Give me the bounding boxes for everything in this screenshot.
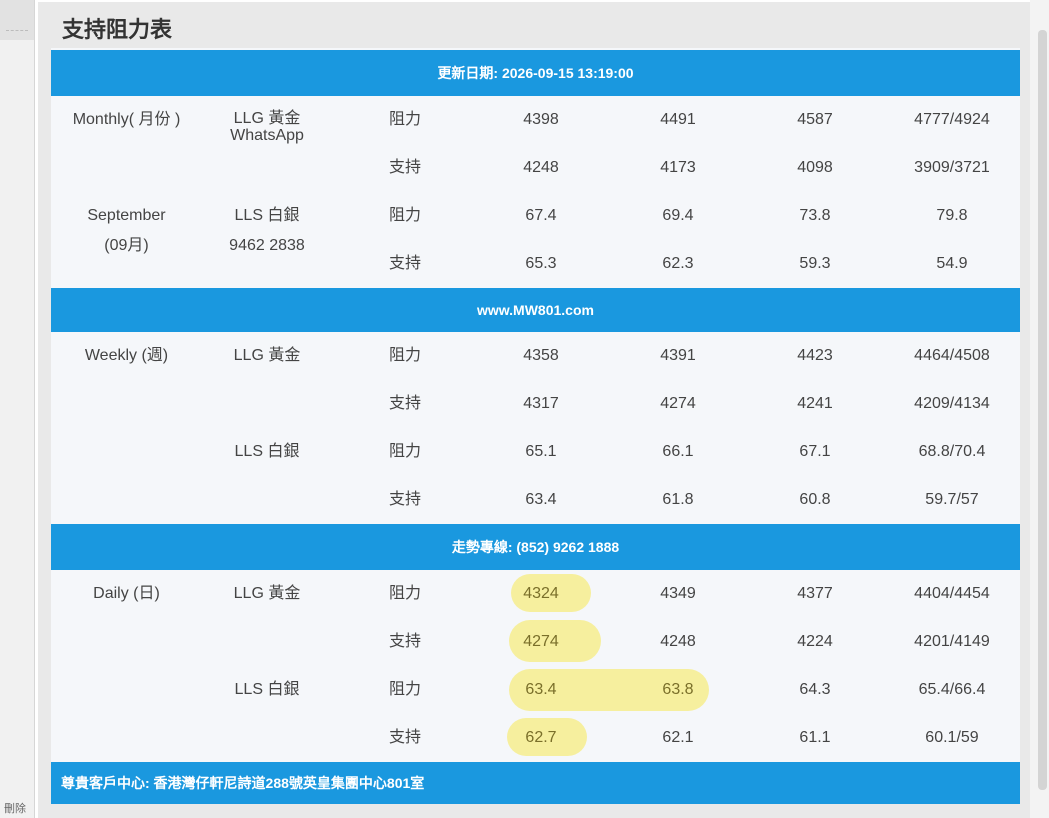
scrollbar[interactable] xyxy=(1038,30,1047,790)
value-cell: 4587 xyxy=(797,111,833,128)
metal-label: LLS 白銀 xyxy=(234,681,300,698)
value-cell: 4398 xyxy=(523,111,559,128)
table-row: LLS 白銀 阻力 65.1 66.1 67.1 68.8/70.4 xyxy=(51,428,1020,476)
period-month-number: (09月) xyxy=(104,237,149,254)
value-cell: 4349 xyxy=(660,585,696,602)
value-cell: 67.1 xyxy=(799,443,831,460)
value-cell-highlighted: 4274 xyxy=(523,633,559,650)
page-title: 支持阻力表 xyxy=(62,17,173,42)
table-row: 支持 4274 4248 4224 4201/4149 xyxy=(51,618,1020,666)
value-cell: 67.4 xyxy=(525,207,557,224)
value-cell: 4358 xyxy=(523,347,559,364)
value-cell: 4248 xyxy=(523,159,559,176)
metal-label: LLS 白銀 xyxy=(234,443,300,460)
value-cell-highlighted: 4324 xyxy=(523,585,559,602)
value-cell: 4317 xyxy=(523,395,559,412)
metal-label: LLG 黃金 xyxy=(233,585,301,602)
level-type: 阻力 xyxy=(388,111,421,128)
value-cell: 4224 xyxy=(797,633,833,650)
period-label: Daily (日) xyxy=(93,585,160,602)
value-cell: 4241 xyxy=(797,395,833,412)
value-cell: 4209/4134 xyxy=(914,395,990,412)
value-cell: 4274 xyxy=(660,395,696,412)
value-cell: 4173 xyxy=(660,159,696,176)
table-row: Daily (日) LLG 黃金 阻力 4324 4349 4377 4404/… xyxy=(51,570,1020,618)
level-type: 支持 xyxy=(388,729,421,746)
level-type: 支持 xyxy=(388,255,421,272)
value-cell: 4201/4149 xyxy=(914,633,990,650)
value-cell-highlighted: 63.4 xyxy=(525,681,557,698)
value-cell: 4464/4508 xyxy=(914,347,990,364)
value-cell: 4491 xyxy=(660,111,696,128)
value-cell: 54.9 xyxy=(936,255,968,272)
level-type: 支持 xyxy=(388,159,421,176)
background-delete-link[interactable]: 刪除 xyxy=(4,800,26,816)
background-right-edge xyxy=(1030,0,1049,818)
value-cell: 63.4 xyxy=(525,491,557,508)
hotline-banner: 走勢專線: (852) 9262 1888 xyxy=(51,524,1020,570)
value-cell-highlighted: 62.7 xyxy=(525,729,557,746)
level-type: 支持 xyxy=(388,633,421,650)
background-sidebar: 刪除 xyxy=(0,0,35,818)
metal-label: LLG 黃金 xyxy=(233,347,301,364)
value-cell: 4777/4924 xyxy=(914,111,990,128)
website-banner[interactable]: www.MW801.com xyxy=(51,288,1020,332)
value-cell: 4098 xyxy=(797,159,833,176)
value-cell: 68.8/70.4 xyxy=(918,443,986,460)
value-cell: 59.3 xyxy=(799,255,831,272)
update-date-banner: 更新日期: 2026-09-15 13:19:00 xyxy=(51,50,1020,96)
background-toolbar-stub xyxy=(0,0,34,40)
value-cell: 4423 xyxy=(797,347,833,364)
value-cell: 60.8 xyxy=(799,491,831,508)
value-cell: 73.8 xyxy=(799,207,831,224)
value-cell: 62.3 xyxy=(662,255,694,272)
level-type: 阻力 xyxy=(388,347,421,364)
value-cell: 59.7/57 xyxy=(925,491,979,508)
level-type: 阻力 xyxy=(388,681,421,698)
value-cell: 60.1/59 xyxy=(925,729,979,746)
table-row: 支持 63.4 61.8 60.8 59.7/57 xyxy=(51,476,1020,524)
level-type: 支持 xyxy=(388,491,421,508)
background-divider xyxy=(6,30,28,31)
period-label: Weekly (週) xyxy=(84,347,169,364)
support-resistance-table: 更新日期: 2026-09-15 13:19:00 Monthly( 月份 ) … xyxy=(51,48,1020,804)
value-cell: 61.8 xyxy=(662,491,694,508)
table-row: (09月) 9462 2838 支持 65.3 62.3 59.3 54.9 xyxy=(51,237,1020,288)
level-type: 阻力 xyxy=(388,207,421,224)
value-cell: 79.8 xyxy=(936,207,968,224)
value-cell: 69.4 xyxy=(662,207,694,224)
table-row: 支持 4317 4274 4241 4209/4134 xyxy=(51,380,1020,428)
value-cell: 65.3 xyxy=(525,255,557,272)
value-cell: 66.1 xyxy=(662,443,694,460)
table-row: Weekly (週) LLG 黃金 阻力 4358 4391 4423 4464… xyxy=(51,332,1020,380)
value-cell: 4404/4454 xyxy=(914,585,990,602)
address-banner: 尊貴客戶中心: 香港灣仔軒尼詩道288號英皇集團中心801室 xyxy=(51,762,1020,804)
value-cell: 4248 xyxy=(660,633,696,650)
level-type: 支持 xyxy=(388,395,421,412)
value-cell: 4377 xyxy=(797,585,833,602)
value-cell: 61.1 xyxy=(799,729,831,746)
whatsapp-label: WhatsApp xyxy=(230,127,304,144)
value-cell-highlighted: 63.8 xyxy=(662,681,694,698)
value-cell: 3909/3721 xyxy=(914,159,990,176)
value-cell: 65.1 xyxy=(525,443,557,460)
period-label: Monthly( 月份 ) xyxy=(72,111,181,128)
table-row: Monthly( 月份 ) LLG 黃金 阻力 4398 4491 4587 4… xyxy=(51,96,1020,144)
level-type: 阻力 xyxy=(388,443,421,460)
table-row: WhatsApp 支持 4248 4173 4098 3909/3721 xyxy=(51,128,1020,192)
value-cell: 65.4/66.4 xyxy=(918,681,986,698)
value-cell: 4391 xyxy=(660,347,696,364)
level-type: 阻力 xyxy=(388,585,421,602)
table-row: LLS 白銀 阻力 63.4 63.8 64.3 65.4/66.4 xyxy=(51,666,1020,714)
value-cell: 62.1 xyxy=(662,729,694,746)
contact-number: 9462 2838 xyxy=(229,237,305,254)
table-row: 支持 62.7 62.1 61.1 60.1/59 xyxy=(51,714,1020,762)
value-cell: 64.3 xyxy=(799,681,831,698)
